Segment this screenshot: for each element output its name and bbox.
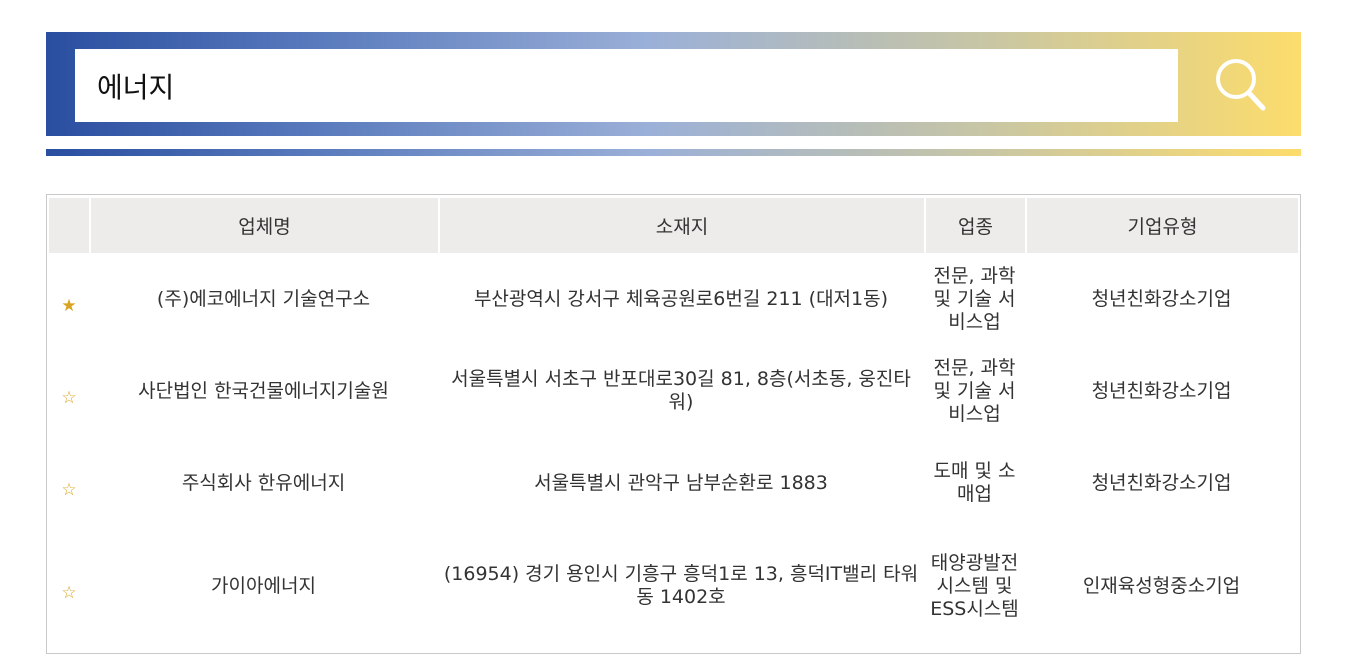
company-name[interactable]: 주식회사 한유에너지 bbox=[89, 437, 438, 529]
company-type: 인재육성형중소기업 bbox=[1082, 574, 1241, 597]
header-star bbox=[49, 198, 89, 253]
search-underline bbox=[46, 149, 1301, 156]
header-company-name[interactable]: 업체명 bbox=[89, 198, 438, 253]
company-industry: 전문, 과학 및 기술 서비스업 bbox=[933, 264, 1016, 333]
results-table-container: 업체명 소재지 업종 기업유형 ★ (주)에코에너지 기술연구소 부산광역시 강… bbox=[46, 194, 1301, 654]
company-type: 청년친화강소기업 bbox=[1091, 471, 1232, 494]
company-type: 청년친화강소기업 bbox=[1091, 379, 1232, 402]
company-industry: 태양광발전시스템 및 ESS시스템 bbox=[930, 551, 1019, 620]
table-header-row: 업체명 소재지 업종 기업유형 bbox=[49, 198, 1298, 253]
search-icon bbox=[1215, 59, 1265, 111]
table-row[interactable]: ☆ 가이아에너지 (16954) 경기 용인시 기흥구 흥덕1로 13, 흥덕I… bbox=[49, 529, 1298, 643]
company-name[interactable]: (주)에코에너지 기술연구소 bbox=[89, 253, 438, 345]
company-address: (16954) 경기 용인시 기흥구 흥덕1로 13, 흥덕IT밸리 타워동 1… bbox=[443, 563, 919, 608]
search-button[interactable] bbox=[1178, 32, 1301, 136]
table-row[interactable]: ★ (주)에코에너지 기술연구소 부산광역시 강서구 체육공원로6번길 211 … bbox=[49, 253, 1298, 345]
header-address[interactable]: 소재지 bbox=[438, 198, 924, 253]
company-type: 청년친화강소기업 bbox=[1091, 287, 1232, 310]
star-outline-icon[interactable]: ☆ bbox=[61, 583, 76, 603]
company-address: 부산광역시 강서구 체육공원로6번길 211 (대저1동) bbox=[473, 287, 889, 310]
company-address: 서울특별시 관악구 남부순환로 1883 bbox=[534, 471, 828, 494]
results-table: 업체명 소재지 업종 기업유형 ★ (주)에코에너지 기술연구소 부산광역시 강… bbox=[49, 198, 1298, 643]
star-outline-icon[interactable]: ☆ bbox=[61, 480, 76, 500]
search-input[interactable] bbox=[75, 49, 1178, 122]
header-industry[interactable]: 업종 bbox=[924, 198, 1025, 253]
table-row[interactable]: ☆ 주식회사 한유에너지 서울특별시 관악구 남부순환로 1883 도매 및 소… bbox=[49, 437, 1298, 529]
star-outline-icon[interactable]: ☆ bbox=[61, 388, 76, 408]
company-name[interactable]: 가이아에너지 bbox=[89, 529, 438, 643]
star-filled-icon[interactable]: ★ bbox=[61, 296, 76, 316]
header-company-type[interactable]: 기업유형 bbox=[1025, 198, 1298, 253]
company-address: 서울특별시 서초구 반포대로30길 81, 8층(서초동, 웅진타워) bbox=[451, 368, 911, 413]
table-row[interactable]: ☆ 사단법인 한국건물에너지기술원 서울특별시 서초구 반포대로30길 81, … bbox=[49, 345, 1298, 437]
company-industry: 도매 및 소매업 bbox=[933, 460, 1016, 505]
company-industry: 전문, 과학 및 기술 서비스업 bbox=[933, 356, 1016, 425]
search-bar bbox=[46, 32, 1301, 136]
company-name[interactable]: 사단법인 한국건물에너지기술원 bbox=[89, 345, 438, 437]
